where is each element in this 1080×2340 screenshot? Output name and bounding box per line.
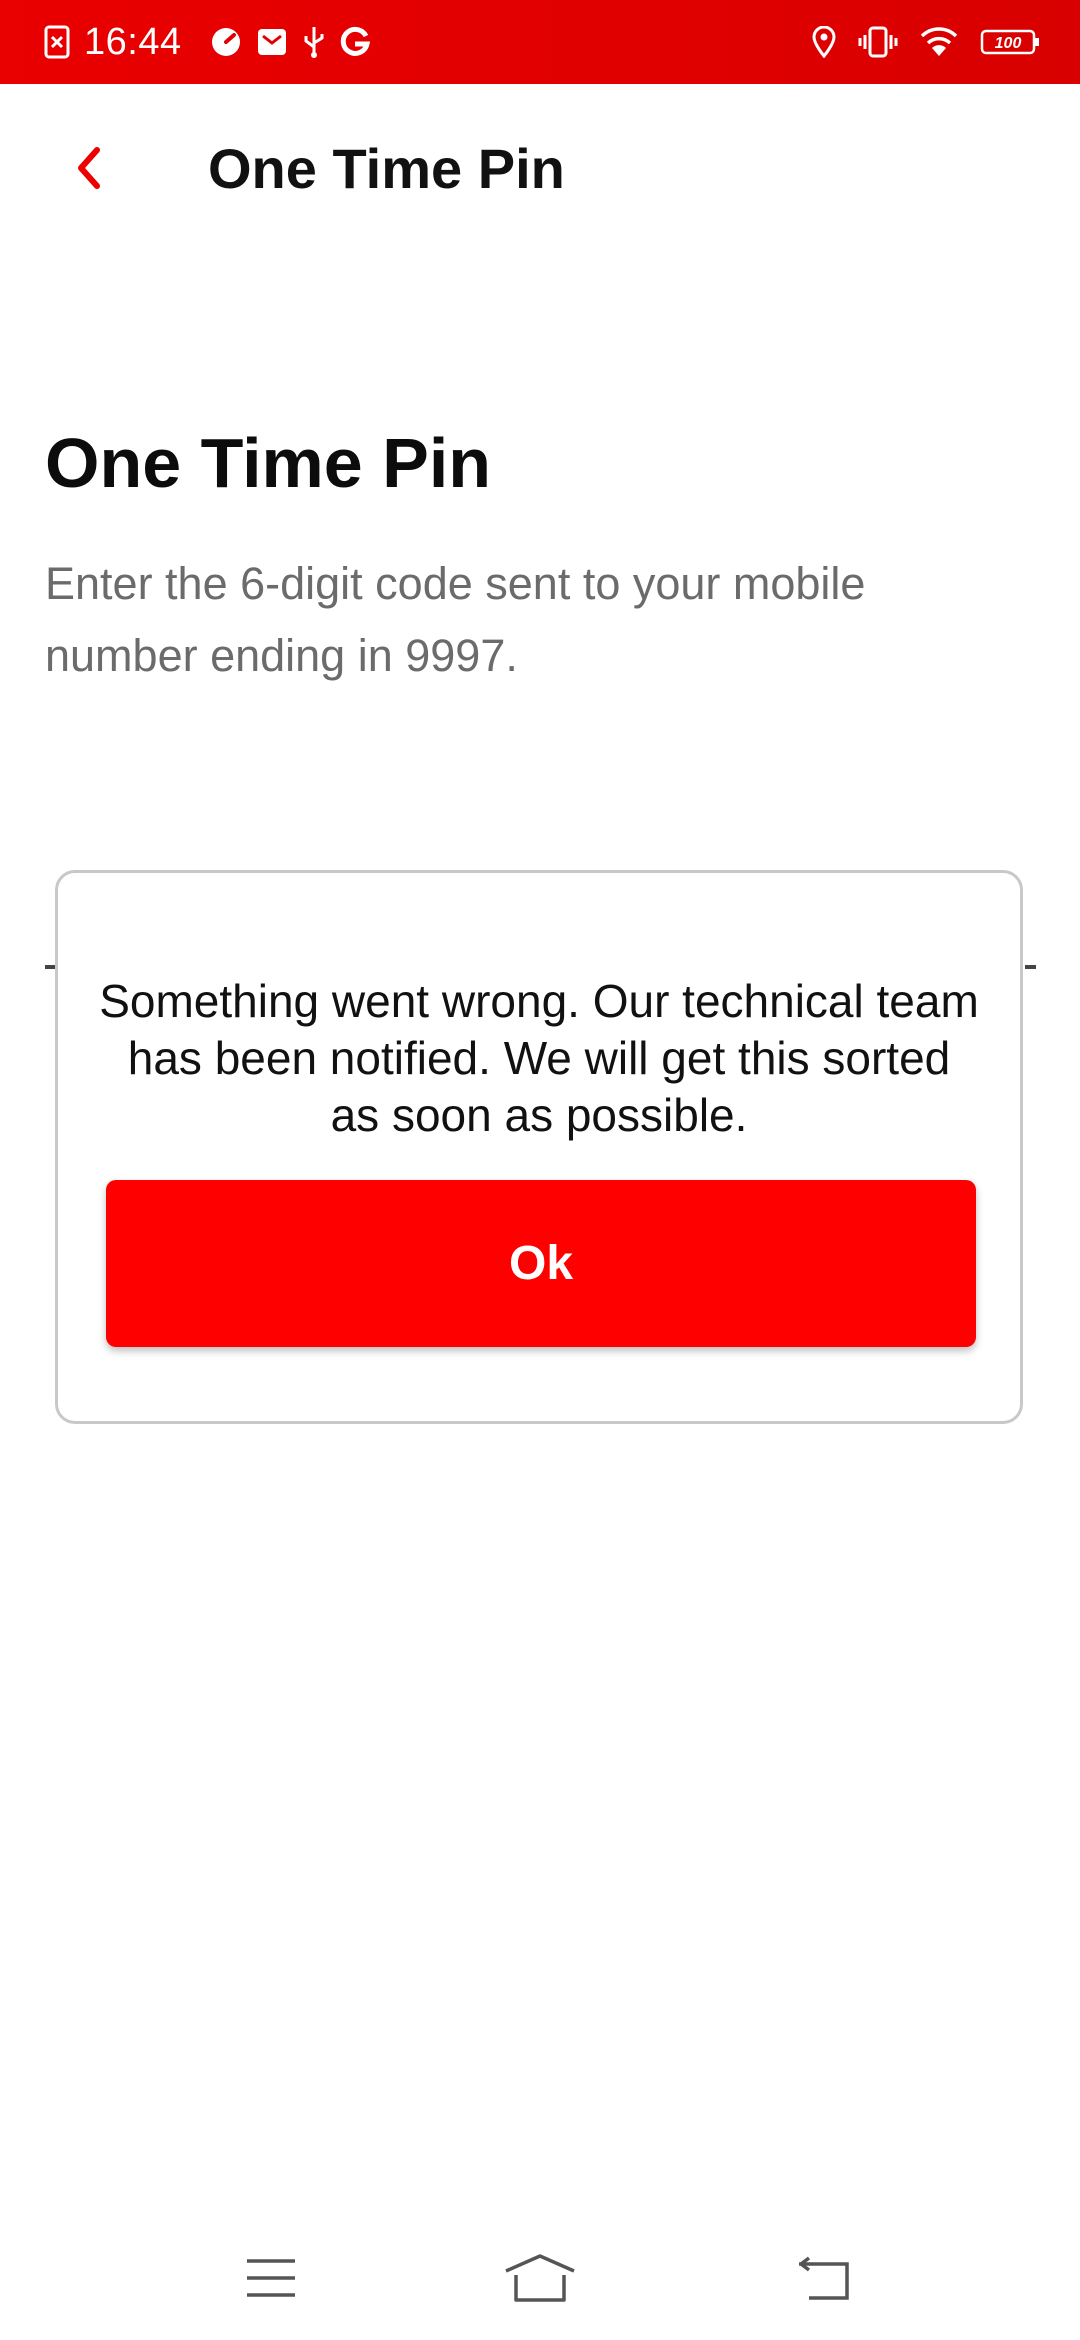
usb-icon [302,25,326,59]
page-title: One Time Pin [45,424,492,502]
otp-input-underline[interactable] [1025,965,1036,969]
status-bar-left: 16:44 [44,0,370,84]
battery-level: 100 [995,35,1022,52]
home-icon [504,2253,576,2308]
home-button[interactable] [500,2250,580,2310]
menu-icon [245,2257,297,2304]
menu-button[interactable] [231,2250,311,2310]
vibrate-icon [858,26,898,58]
screen: 16:44 100 One Time Pin One Time Pin Ente… [0,0,1080,2340]
status-bar-right: 100 [812,0,1040,84]
battery-icon: 100 [980,27,1040,57]
location-icon [812,26,836,58]
speedometer-icon [210,26,242,58]
system-nav-bar [0,2220,1080,2340]
ok-button[interactable]: Ok [106,1180,976,1347]
status-time: 16:44 [84,20,182,63]
wifi-icon [920,26,958,58]
back-nav-button[interactable] [785,2250,865,2310]
header-title: One Time Pin [208,137,565,200]
app-header: One Time Pin [0,84,1080,254]
chevron-left-icon [73,146,103,195]
error-dialog: Something went wrong. Our technical team… [55,870,1023,1424]
mail-icon [256,26,288,58]
dialog-message: Something went wrong. Our technical team… [99,975,979,1141]
back-icon [797,2256,853,2305]
back-button[interactable] [58,140,118,200]
screenshot-icon [44,25,70,59]
status-bar: 16:44 100 [0,0,1080,84]
ok-button-label: Ok [508,1237,574,1290]
google-icon [340,26,370,58]
page-description: Enter the 6-digit code sent to your mobi… [45,558,866,681]
